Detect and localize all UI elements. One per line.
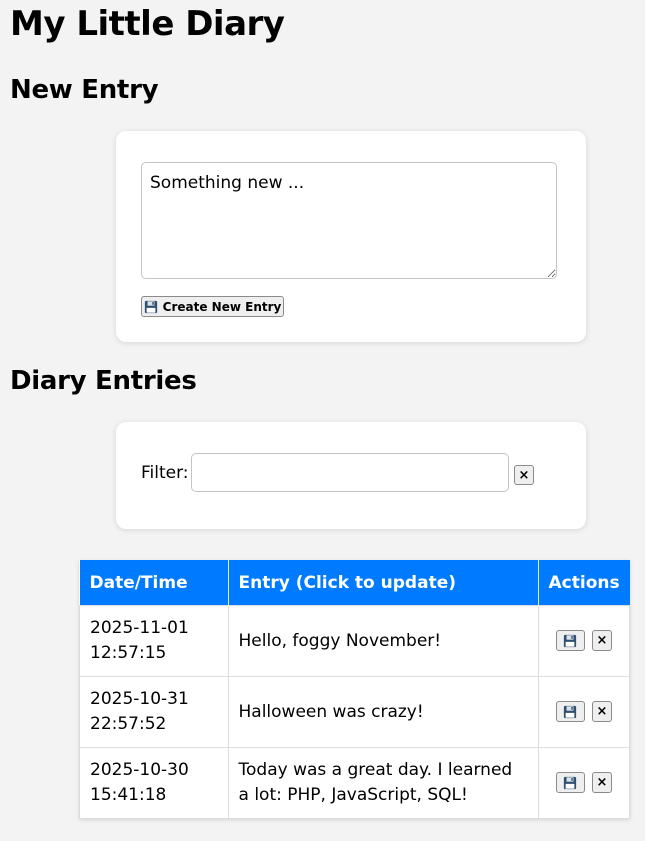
floppy-disk-icon (563, 634, 577, 647)
floppy-disk-icon (563, 776, 577, 789)
entry-datetime: 2025-11-01 12:57:15 (79, 605, 229, 677)
header-entry: Entry (Click to update) (228, 560, 539, 606)
entry-time: 15:41:18 (90, 785, 167, 805)
filter-label: Filter: (141, 463, 189, 483)
entry-date: 2025-11-01 (90, 618, 189, 638)
entry-date: 2025-10-31 (90, 689, 189, 709)
new-entry-card: Create New Entry (116, 131, 586, 342)
table-header-row: Date/Time Entry (Click to update) Action… (79, 560, 630, 606)
new-entry-heading: New Entry (10, 75, 159, 105)
filter-card: Filter: × (116, 422, 586, 529)
entries-table: Date/Time Entry (Click to update) Action… (79, 560, 631, 819)
header-datetime: Date/Time (79, 560, 229, 606)
entry-text[interactable]: Halloween was crazy! (227, 676, 539, 748)
diary-entries-heading: Diary Entries (10, 366, 197, 396)
close-icon: × (596, 633, 608, 648)
floppy-disk-icon (563, 705, 577, 718)
clear-filter-button[interactable]: × (514, 465, 534, 485)
entry-actions: × (537, 605, 631, 677)
new-entry-textarea[interactable] (141, 162, 557, 279)
close-icon: × (596, 775, 608, 790)
delete-entry-button[interactable]: × (592, 630, 612, 651)
entry-actions: × (537, 676, 631, 748)
entry-text[interactable]: Today was a great day. I learned a lot: … (227, 747, 539, 819)
floppy-disk-icon (144, 300, 157, 313)
entry-actions: × (537, 747, 631, 819)
save-entry-button[interactable] (555, 701, 585, 722)
entry-datetime: 2025-10-31 22:57:52 (79, 676, 229, 748)
table-row: 2025-11-01 12:57:15 Hello, foggy Novembe… (79, 605, 631, 677)
create-entry-button[interactable]: Create New Entry (141, 296, 284, 317)
create-entry-label: Create New Entry (162, 299, 282, 314)
save-entry-button[interactable] (555, 630, 585, 651)
filter-input[interactable] (191, 453, 509, 492)
entry-date: 2025-10-30 (90, 760, 189, 780)
entry-datetime: 2025-10-30 15:41:18 (79, 747, 229, 819)
delete-entry-button[interactable]: × (592, 772, 612, 793)
entry-time: 22:57:52 (90, 714, 167, 734)
table-row: 2025-10-31 22:57:52 Halloween was crazy!… (79, 676, 631, 748)
close-icon: × (596, 704, 608, 719)
table-row: 2025-10-30 15:41:18 Today was a great da… (79, 747, 631, 819)
header-actions: Actions (538, 560, 630, 606)
entry-time: 12:57:15 (90, 643, 167, 663)
entry-text[interactable]: Hello, foggy November! (227, 605, 539, 677)
page-title: My Little Diary (10, 4, 285, 44)
close-icon: × (518, 467, 530, 483)
delete-entry-button[interactable]: × (592, 701, 612, 722)
save-entry-button[interactable] (555, 772, 585, 793)
